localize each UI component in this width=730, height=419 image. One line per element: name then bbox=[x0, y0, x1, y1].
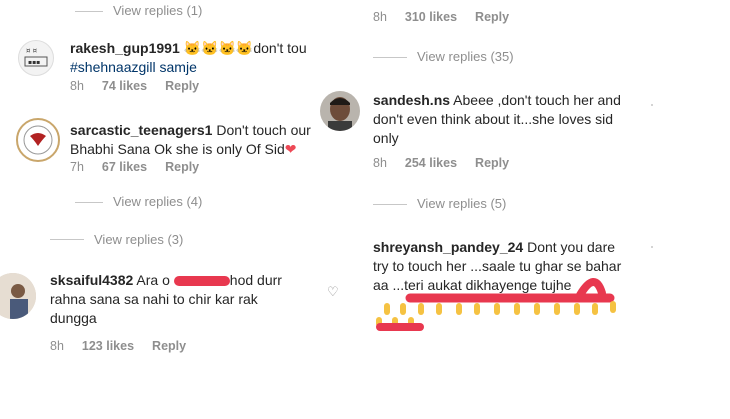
comment-sksaiful: sksaiful4382 Ara o hod durr rahna sana s… bbox=[50, 271, 320, 328]
comment-text-sksaiful-3: dungga bbox=[50, 310, 97, 326]
hashtag-link[interactable]: #shehnaazgill samje bbox=[70, 59, 197, 75]
dot-marker bbox=[651, 104, 653, 106]
view-replies-4-link[interactable]: View replies (4) bbox=[113, 194, 202, 209]
username-sksaiful[interactable]: sksaiful4382 bbox=[50, 272, 133, 288]
likes-count[interactable]: 254 likes bbox=[405, 156, 457, 170]
comment-text-shreyansh-1: Dont you dare bbox=[527, 239, 616, 255]
angry-cat-icon: 🐱🐱🐱🐱 bbox=[183, 40, 254, 56]
comment-time: 8h bbox=[373, 156, 387, 170]
comment-time: 8h bbox=[373, 10, 387, 24]
username-sarcastic[interactable]: sarcastic_teenagers1 bbox=[70, 122, 212, 138]
avatar-drawing-icon: ¤ ¤ ▪▪▪ bbox=[24, 47, 48, 67]
comment-text-sksaiful-2: rahna sana sa nahi to chir kar rak bbox=[50, 291, 258, 307]
username-sandesh[interactable]: sandesh.ns bbox=[373, 92, 450, 108]
comment-sarcastic: sarcastic_teenagers1 Don't touch our Bha… bbox=[70, 121, 320, 159]
avatar-sandesh[interactable] bbox=[320, 91, 360, 131]
reply-button[interactable]: Reply bbox=[165, 160, 199, 174]
view-replies-3-link[interactable]: View replies (3) bbox=[94, 232, 183, 247]
reply-button[interactable]: Reply bbox=[475, 156, 509, 170]
reply-button[interactable]: Reply bbox=[152, 339, 186, 353]
avatar-rakesh[interactable]: ¤ ¤ ▪▪▪ bbox=[18, 40, 54, 76]
username-rakesh[interactable]: rakesh_gup1991 bbox=[70, 40, 180, 56]
svg-text:¤ ¤: ¤ ¤ bbox=[26, 47, 38, 55]
reply-button[interactable]: Reply bbox=[475, 10, 509, 24]
bull-logo-icon bbox=[23, 125, 53, 155]
comment-meta-top: 8h 310 likes Reply bbox=[373, 10, 509, 24]
likes-count[interactable]: 310 likes bbox=[405, 10, 457, 24]
view-replies-line bbox=[373, 204, 407, 205]
comment-meta-sarcastic: 7h 67 likes Reply bbox=[70, 160, 199, 174]
comment-text-sarcastic-1: Don't touch our bbox=[216, 122, 311, 138]
censor-scribble bbox=[376, 278, 616, 331]
heart-emoji-icon: ❤ bbox=[284, 141, 297, 157]
avatar-sarcastic[interactable] bbox=[16, 118, 60, 162]
likes-count[interactable]: 123 likes bbox=[82, 339, 134, 353]
svg-text:▪▪▪: ▪▪▪ bbox=[28, 59, 40, 66]
comment-time: 7h bbox=[70, 160, 84, 174]
comment-text-sandesh-3: only bbox=[373, 130, 399, 146]
comment-text-rakesh: don't tou bbox=[253, 40, 307, 56]
profile-photo-icon bbox=[320, 91, 360, 131]
comment-meta-sandesh: 8h 254 likes Reply bbox=[373, 156, 509, 170]
view-replies-35-link[interactable]: View replies (35) bbox=[417, 49, 514, 64]
likes-count[interactable]: 74 likes bbox=[102, 79, 147, 93]
profile-photo-icon bbox=[0, 273, 36, 319]
view-replies-5-link[interactable]: View replies (5) bbox=[417, 196, 506, 211]
dot-marker bbox=[651, 246, 653, 248]
view-replies-1-link[interactable]: View replies (1) bbox=[113, 3, 202, 18]
comment-text-sandesh-1: Abeee ,don't touch her and bbox=[453, 92, 621, 108]
comment-meta-rakesh: 8h 74 likes Reply bbox=[70, 79, 199, 93]
likes-count[interactable]: 67 likes bbox=[102, 160, 147, 174]
comment-text-sksaiful-1b: hod durr bbox=[229, 272, 282, 288]
view-replies-line bbox=[75, 202, 103, 203]
comment-sandesh: sandesh.ns Abeee ,don't touch her and do… bbox=[373, 91, 663, 148]
view-replies-line bbox=[373, 57, 407, 58]
comment-time: 8h bbox=[50, 339, 64, 353]
censor-scribble bbox=[173, 276, 230, 287]
comment-rakesh: rakesh_gup1991 🐱🐱🐱🐱don't tou #shehnaazgi… bbox=[70, 39, 310, 77]
username-shreyansh[interactable]: shreyansh_pandey_24 bbox=[373, 239, 523, 255]
comment-meta-sksaiful: 8h 123 likes Reply bbox=[50, 339, 186, 353]
comment-time: 8h bbox=[70, 79, 84, 93]
view-replies-line bbox=[75, 11, 103, 12]
like-heart-icon[interactable]: ♡ bbox=[327, 284, 339, 300]
comment-text-sarcastic-2: Bhabhi Sana Ok she is only Of Sid bbox=[70, 141, 285, 157]
reply-button[interactable]: Reply bbox=[165, 79, 199, 93]
view-replies-line bbox=[50, 239, 84, 240]
comment-text-sandesh-2: don't even think about it...she loves si… bbox=[373, 111, 614, 127]
comment-text-sksaiful-1a: Ara o bbox=[136, 272, 170, 288]
avatar-sksaiful[interactable] bbox=[0, 273, 36, 319]
